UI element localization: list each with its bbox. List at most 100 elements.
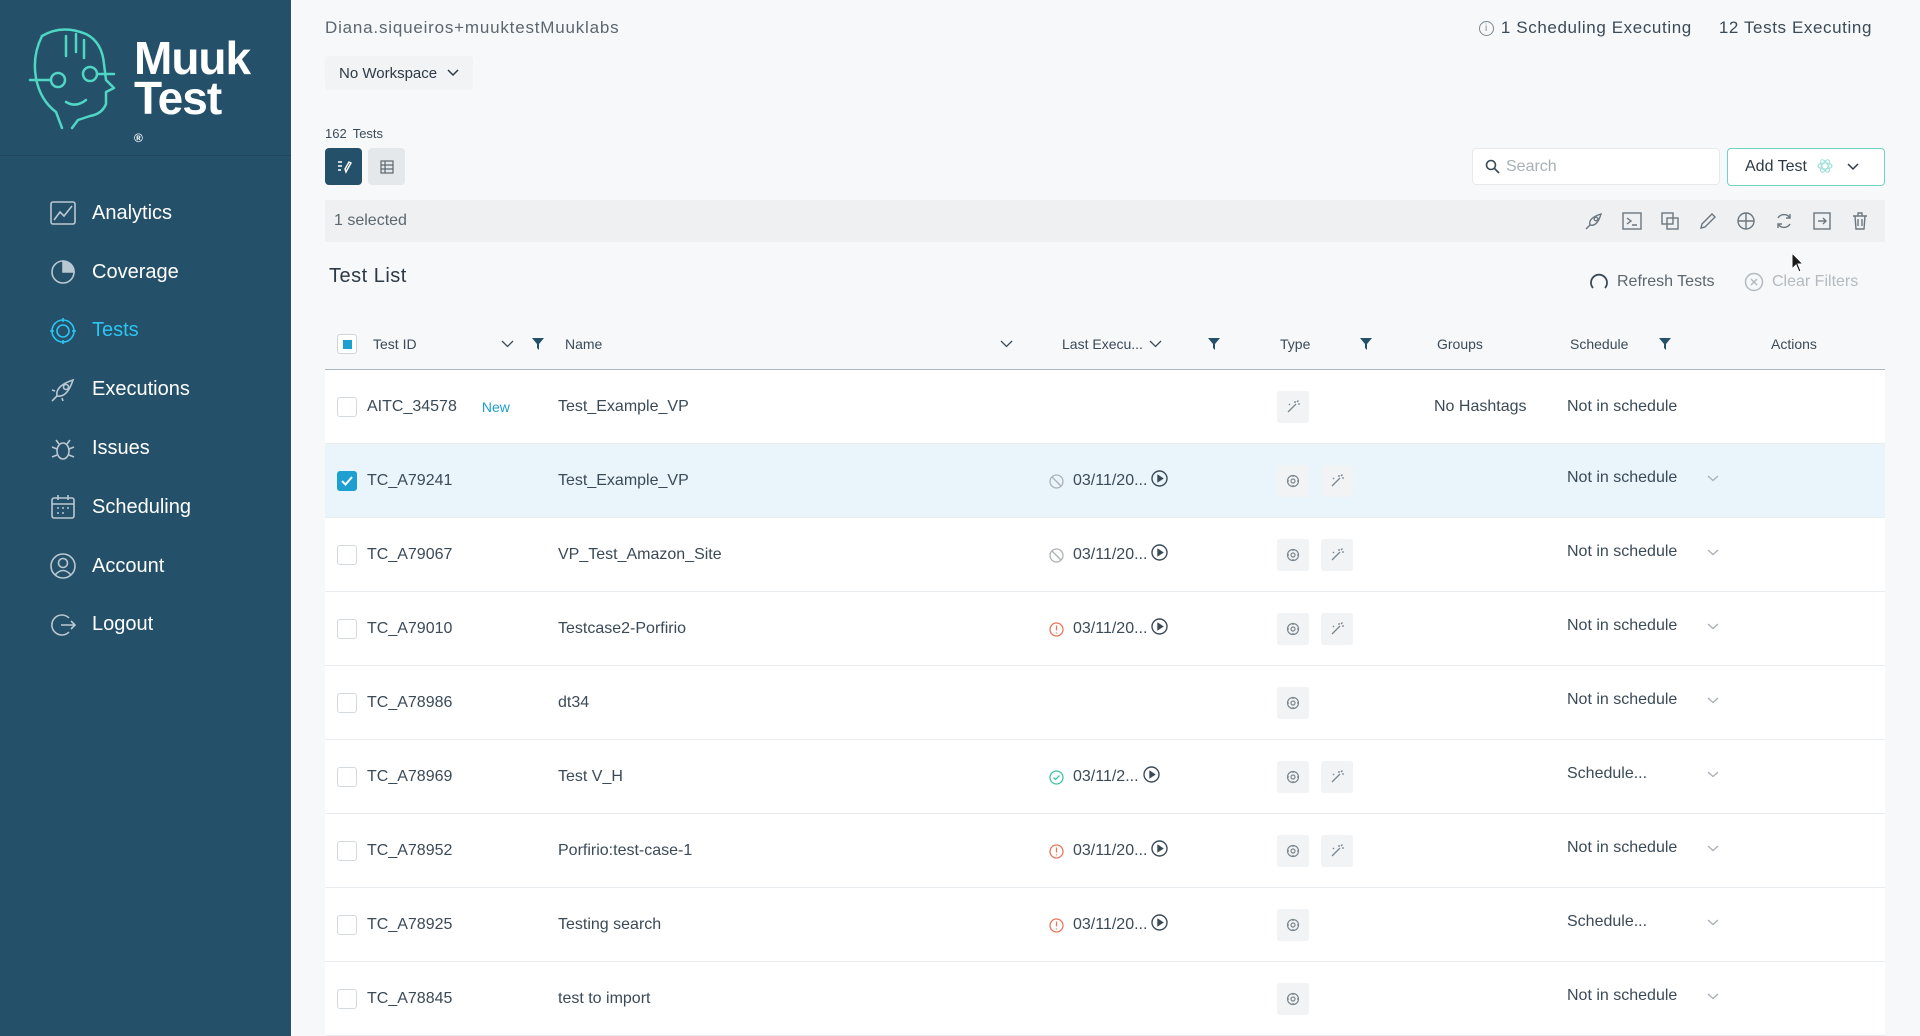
play-icon[interactable]	[1151, 470, 1169, 492]
play-icon[interactable]	[1151, 618, 1169, 640]
last-execution-date[interactable]: 03/11/20...	[1073, 620, 1147, 638]
trash-icon[interactable]	[1849, 210, 1871, 232]
test-name[interactable]: Test_Example_VP	[558, 472, 689, 490]
schedule-cell[interactable]: Not in schedule	[1567, 663, 1719, 737]
schedule-cell[interactable]: Not in schedule	[1567, 959, 1719, 1033]
edit-pencil-icon[interactable]	[1697, 210, 1719, 232]
table-row[interactable]: TC_A79067 VP_Test_Amazon_Site 03/11/20... N…	[325, 518, 1885, 592]
row-checkbox[interactable]	[337, 693, 357, 713]
row-checkbox[interactable]	[337, 767, 357, 787]
last-execution-date[interactable]: 03/11/20...	[1073, 472, 1147, 490]
schedule-cell[interactable]: Schedule...	[1567, 885, 1719, 959]
schedule-cell[interactable]: Not in schedule	[1567, 589, 1719, 663]
row-checkbox[interactable]	[337, 841, 357, 861]
col-schedule[interactable]: Schedule	[1570, 318, 1628, 370]
clear-filters-button[interactable]: Clear Filters	[1744, 272, 1858, 292]
terminal-icon[interactable]	[1621, 210, 1643, 232]
col-test-id[interactable]: Test ID	[373, 318, 417, 370]
refresh-tests-button[interactable]: Refresh Tests	[1589, 272, 1715, 292]
test-id[interactable]: TC_A79067	[367, 546, 452, 564]
row-checkbox[interactable]	[337, 915, 357, 935]
row-checkbox[interactable]	[337, 619, 357, 639]
last-execution-date[interactable]: 03/11/2...	[1073, 768, 1139, 786]
test-name[interactable]: Porfirio:test-case-1	[558, 842, 692, 860]
schedule-cell[interactable]: Not in schedule	[1567, 811, 1719, 885]
table-row[interactable]: TC_A78969 Test V_H 03/11/2... Schedule...	[325, 740, 1885, 814]
last-execution-date[interactable]: 03/11/20...	[1073, 916, 1147, 934]
last-execution-date[interactable]: 03/11/20...	[1073, 842, 1147, 860]
test-name[interactable]: test to import	[558, 990, 650, 1008]
gear-icon[interactable]	[1277, 539, 1309, 571]
row-checkbox[interactable]	[337, 471, 357, 491]
gear-icon[interactable]	[1277, 835, 1309, 867]
filter-icon[interactable]	[1360, 318, 1372, 370]
sidebar-item-scheduling[interactable]: Scheduling	[0, 478, 291, 537]
gear-icon[interactable]	[1277, 983, 1309, 1015]
row-checkbox[interactable]	[337, 545, 357, 565]
muuktest-logo[interactable]: Muuk Test ®	[22, 26, 272, 145]
test-name[interactable]: dt34	[558, 694, 589, 712]
gear-icon[interactable]	[1277, 909, 1309, 941]
schedule-cell[interactable]: Schedule...	[1567, 737, 1719, 811]
filter-icon[interactable]	[1659, 318, 1671, 370]
select-all-checkbox[interactable]	[337, 334, 357, 354]
table-row[interactable]: AITC_34578 New Test_Example_VP No Hashtags N…	[325, 370, 1885, 444]
add-test-button[interactable]: Add Test	[1727, 148, 1885, 186]
magic-wand-icon[interactable]	[1277, 391, 1309, 423]
scheduling-executing-status[interactable]: 1 Scheduling Executing	[1501, 18, 1692, 38]
export-icon[interactable]	[1811, 210, 1833, 232]
gear-icon[interactable]	[1277, 613, 1309, 645]
last-execution-date[interactable]: 03/11/20...	[1073, 546, 1147, 564]
play-icon[interactable]	[1151, 544, 1169, 566]
magic-wand-icon[interactable]	[1321, 539, 1353, 571]
test-name[interactable]: Test V_H	[558, 768, 623, 786]
table-view-button[interactable]	[368, 148, 405, 185]
sync-icon[interactable]	[1773, 210, 1795, 232]
magic-wand-icon[interactable]	[1321, 835, 1353, 867]
test-id[interactable]: TC_A78969	[367, 768, 452, 786]
test-id[interactable]: AITC_34578	[367, 398, 457, 416]
gear-icon[interactable]	[1277, 761, 1309, 793]
schedule-cell[interactable]: Not in schedule	[1567, 515, 1719, 589]
duplicate-icon[interactable]	[1659, 210, 1681, 232]
col-last-execution[interactable]: Last Execu...	[1062, 318, 1162, 370]
magic-wand-icon[interactable]	[1321, 465, 1353, 497]
sidebar-item-analytics[interactable]: Analytics	[0, 184, 291, 243]
test-name[interactable]: Testcase2-Porfirio	[558, 620, 686, 638]
search-box[interactable]	[1472, 148, 1720, 185]
row-checkbox[interactable]	[337, 397, 357, 417]
table-row[interactable]: TC_A78925 Testing search 03/11/20... Schedu…	[325, 888, 1885, 962]
schedule-cell[interactable]: Not in schedule	[1567, 441, 1719, 515]
sidebar-item-account[interactable]: Account	[0, 537, 291, 596]
col-type[interactable]: Type	[1280, 318, 1310, 370]
table-row[interactable]: TC_A78952 Porfirio:test-case-1 03/11/20...…	[325, 814, 1885, 888]
test-id[interactable]: TC_A78845	[367, 990, 452, 1008]
table-row[interactable]: TC_A79241 Test_Example_VP 03/11/20... Not i…	[325, 444, 1885, 518]
table-row[interactable]: TC_A78986 dt34 Not in schedule	[325, 666, 1885, 740]
play-icon[interactable]	[1142, 766, 1160, 788]
test-name[interactable]: VP_Test_Amazon_Site	[558, 546, 722, 564]
table-row[interactable]: TC_A79010 Testcase2-Porfirio 03/11/20... No…	[325, 592, 1885, 666]
play-icon[interactable]	[1151, 914, 1169, 936]
sidebar-item-executions[interactable]: Executions	[0, 360, 291, 419]
filter-icon[interactable]	[532, 318, 544, 370]
magic-wand-icon[interactable]	[1321, 761, 1353, 793]
magic-wand-icon[interactable]	[1321, 613, 1353, 645]
test-id[interactable]: TC_A79241	[367, 472, 452, 490]
test-id[interactable]: TC_A78952	[367, 842, 452, 860]
table-row[interactable]: TC_A78845 test to import Not in schedule	[325, 962, 1885, 1036]
test-id[interactable]: TC_A78925	[367, 916, 452, 934]
play-icon[interactable]	[1151, 840, 1169, 862]
sidebar-item-coverage[interactable]: Coverage	[0, 243, 291, 302]
sidebar-item-issues[interactable]: Issues	[0, 419, 291, 478]
col-name[interactable]: Name	[565, 318, 602, 370]
list-view-button[interactable]	[325, 148, 362, 185]
sort-chevron-icon[interactable]	[501, 318, 514, 370]
search-input[interactable]	[1506, 157, 1706, 176]
run-rocket-icon[interactable]	[1583, 210, 1605, 232]
sidebar-item-tests[interactable]: Tests	[0, 302, 291, 361]
row-checkbox[interactable]	[337, 989, 357, 1009]
sidebar-item-logout[interactable]: Logout	[0, 596, 291, 655]
workspace-dropdown[interactable]: No Workspace	[325, 56, 474, 90]
test-id[interactable]: TC_A78986	[367, 694, 452, 712]
